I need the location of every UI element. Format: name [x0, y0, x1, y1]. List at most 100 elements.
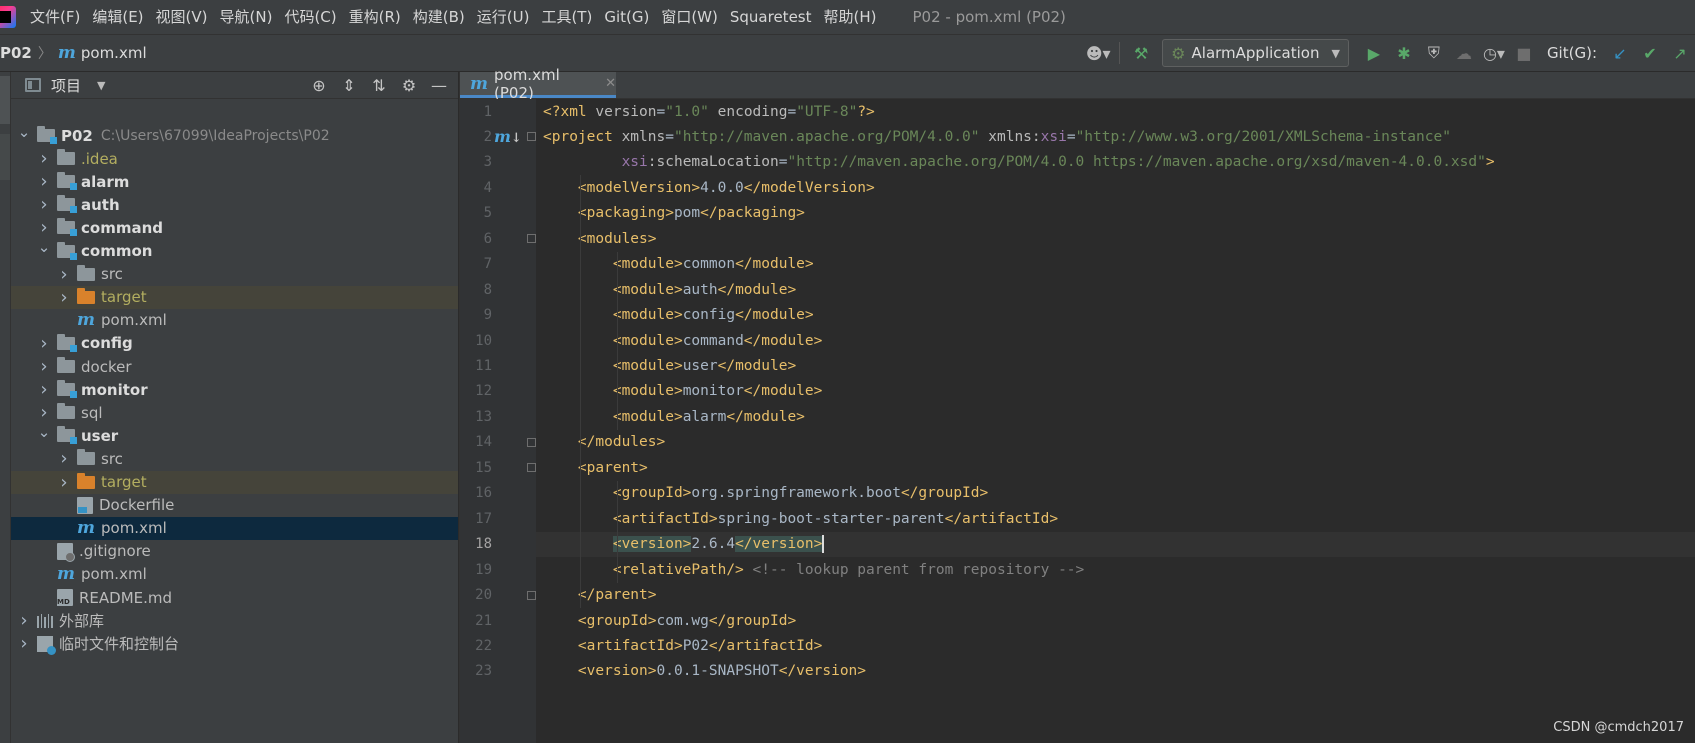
code-line[interactable]: 10 <module>command</module> [475, 328, 1695, 353]
git-update-icon[interactable]: ↙ [1605, 38, 1635, 68]
menu-item[interactable]: 窗口(W) [655, 0, 724, 34]
chevron-right-icon[interactable]: › [57, 287, 71, 308]
fold-marker-icon[interactable] [527, 234, 536, 244]
tree-item[interactable]: › auth [11, 193, 458, 216]
menu-item[interactable]: 构建(B) [407, 0, 471, 34]
chevron-right-icon[interactable]: › [37, 402, 51, 423]
user-account-icon[interactable]: ☻▾ [1083, 38, 1113, 68]
tree-item[interactable]: › .gitignore [11, 540, 458, 563]
chevron-right-icon[interactable]: › [37, 148, 51, 169]
code-line[interactable]: 16 <groupId>org.springframework.boot</gr… [475, 481, 1695, 506]
tree-item[interactable]: › .idea [11, 147, 458, 170]
tree-item[interactable]: › target [11, 285, 458, 309]
run-with-options-icon[interactable]: ◷▾ [1479, 38, 1509, 68]
stop-icon[interactable]: ■ [1509, 38, 1539, 68]
code-line[interactable]: 3 xsi:schemaLocation="http://maven.apach… [484, 150, 1695, 175]
menu-item[interactable]: 代码(C) [278, 0, 342, 34]
code-line[interactable]: 11 <module>user</module> [475, 354, 1695, 379]
breadcrumb-file[interactable]: pom.xml [81, 44, 147, 62]
code-area[interactable]: 1 <?xml version="1.0" encoding="UTF-8"?> 2… [475, 99, 1695, 743]
code-line[interactable]: 21 <groupId>com.wg</groupId> [475, 608, 1695, 633]
code-line[interactable]: 9 <module>config</module> [484, 303, 1695, 328]
hide-panel-icon[interactable]: — [424, 76, 454, 95]
fold-marker-icon[interactable] [527, 463, 536, 473]
code-line[interactable]: 12 <module>monitor</module> [475, 379, 1695, 404]
settings-gear-icon[interactable]: ⚙ [394, 76, 424, 95]
locate-file-icon[interactable]: ⊕ [304, 76, 334, 95]
expand-all-icon[interactable]: ⇕ [334, 76, 364, 95]
code-line[interactable]: 15 <parent> [475, 455, 1695, 480]
tree-item[interactable]: › Dockerfile [11, 494, 458, 517]
collapse-all-icon[interactable]: ⇅ [364, 76, 394, 95]
debug-bug-icon[interactable]: ✱ [1389, 38, 1419, 68]
tree-item[interactable]: ⌄ P02 C:\Users\67099\IdeaProjects\P02 [11, 123, 458, 147]
profiler-icon[interactable]: ☁ [1449, 38, 1479, 68]
code-line[interactable]: 22 <artifactId>P02</artifactId> [475, 633, 1695, 658]
chevron-right-icon[interactable]: › [37, 194, 51, 215]
tree-item[interactable]: › m pom.xml [11, 516, 458, 540]
code-line[interactable]: 20 </parent> [475, 583, 1695, 608]
chevron-right-icon[interactable]: › [37, 379, 51, 400]
tree-item[interactable]: › src [11, 447, 458, 470]
code-line[interactable]: 17 <artifactId>spring-boot-starter-paren… [475, 506, 1695, 531]
menu-item[interactable]: 重构(R) [343, 0, 407, 34]
chevron-right-icon[interactable]: › [37, 333, 51, 354]
tree-item[interactable]: › docker [11, 355, 458, 378]
code-line[interactable]: 13 <module>alarm</module> [475, 404, 1695, 429]
git-push-icon[interactable]: ↗ [1665, 38, 1695, 68]
run-icon[interactable]: ▶ [1359, 38, 1389, 68]
menu-item[interactable]: 编辑(E) [86, 0, 149, 34]
chevron-down-icon[interactable]: ⌄ [37, 238, 51, 256]
code-line[interactable]: 6 <modules> [484, 226, 1695, 251]
fold-marker-icon[interactable] [527, 590, 536, 600]
breadcrumb-project[interactable]: P02 [0, 44, 32, 62]
code-line[interactable]: 5 <packaging>pom</packaging> [484, 201, 1695, 226]
chevron-down-icon[interactable]: ⌄ [17, 123, 31, 141]
fold-marker-icon[interactable] [527, 132, 536, 142]
code-line[interactable]: 18 <version>2.6.4</version> [475, 531, 1695, 557]
tree-item[interactable]: › config [11, 332, 458, 355]
close-icon[interactable]: ✕ [605, 76, 616, 91]
run-configuration-select[interactable]: ⚙ AlarmApplication ▼ [1162, 39, 1349, 67]
tree-item[interactable]: › m pom.xml [11, 309, 458, 332]
code-line[interactable]: 8 <module>auth</module> [484, 277, 1695, 302]
chevron-right-icon[interactable]: › [57, 448, 71, 469]
tree-item[interactable]: › 临时文件和控制台 [11, 632, 458, 655]
fold-marker-icon[interactable] [527, 437, 536, 447]
menu-item[interactable]: 视图(V) [150, 0, 214, 34]
tree-item[interactable]: › src [11, 263, 458, 286]
code-line[interactable]: 2 m↓ <project xmlns="http://maven.apache.o… [484, 124, 1695, 149]
code-line[interactable]: 23 <version>0.0.1-SNAPSHOT</version> [475, 659, 1695, 684]
chevron-down-icon[interactable]: ⌄ [37, 423, 51, 441]
tree-item[interactable]: › target [11, 470, 458, 494]
tree-item[interactable]: › command [11, 216, 458, 239]
menu-item[interactable]: 运行(U) [471, 0, 536, 34]
menu-item[interactable]: Git(G) [598, 0, 655, 34]
code-line[interactable]: 7 <module>common</module> [484, 252, 1695, 277]
commit-tool-tab[interactable] [0, 134, 10, 180]
code-line[interactable]: 1 <?xml version="1.0" encoding="UTF-8"?> [484, 99, 1695, 124]
chevron-right-icon[interactable]: › [57, 264, 71, 285]
git-commit-icon[interactable]: ✔ [1635, 38, 1665, 68]
intellij-logo-icon[interactable] [0, 6, 16, 28]
code-line[interactable]: 19 <relativePath/> <!-- lookup parent fr… [475, 557, 1695, 582]
tree-item[interactable]: ⌄ user [11, 423, 458, 447]
menu-item[interactable]: 帮助(H) [818, 0, 883, 34]
menu-item[interactable]: 文件(F) [24, 0, 86, 34]
chevron-right-icon[interactable]: › [57, 472, 71, 493]
code-line[interactable]: 4 <modelVersion>4.0.0</modelVersion> [484, 175, 1695, 200]
chevron-down-icon[interactable]: ▼ [97, 79, 105, 92]
tree-item[interactable]: › README.md [11, 586, 458, 609]
code-line[interactable]: 14 </modules> [475, 430, 1695, 455]
menu-item[interactable]: Squaretest [724, 0, 818, 34]
tree-item[interactable]: › m pom.xml [11, 563, 458, 586]
editor-tab-pom[interactable]: m pom.xml (P02) ✕ [460, 66, 616, 102]
chevron-right-icon[interactable]: › [37, 356, 51, 377]
chevron-right-icon[interactable]: › [17, 633, 31, 654]
build-hammer-icon[interactable]: ⚒ [1126, 38, 1156, 68]
maven-gutter-icon[interactable]: m↓ [494, 127, 522, 146]
project-tool-tab[interactable] [0, 76, 10, 124]
tree-item[interactable]: › alarm [11, 170, 458, 193]
chevron-right-icon[interactable]: › [17, 610, 31, 631]
chevron-right-icon[interactable]: › [37, 171, 51, 192]
